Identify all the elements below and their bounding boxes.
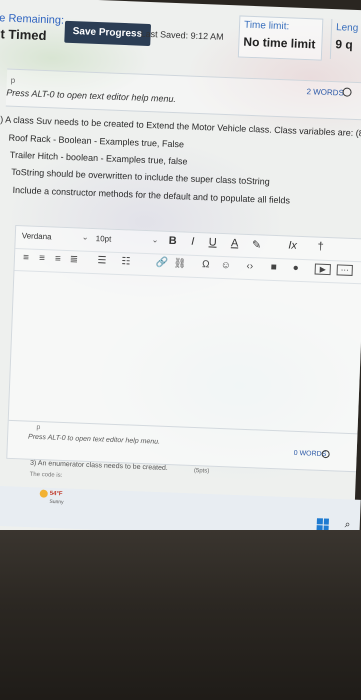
answer-textarea[interactable] — [9, 270, 361, 433]
weather-temperature[interactable]: 54°F — [50, 491, 63, 497]
underline-button[interactable]: U — [205, 236, 219, 249]
question-2-detail: Trailer Hitch - boolean - Examples true,… — [9, 149, 188, 167]
question-2-detail: Include a constructor methods for the de… — [12, 184, 291, 206]
emoji-icon[interactable]: ☺ — [219, 260, 233, 272]
code-icon[interactable]: ‹› — [243, 261, 257, 273]
length-panel: Leng 9 q — [329, 18, 361, 62]
bold-button[interactable]: B — [165, 235, 179, 248]
length-label: Leng — [335, 22, 359, 35]
save-progress-button[interactable]: Save Progress — [64, 20, 151, 47]
font-family-select[interactable]: Verdana — [22, 231, 52, 241]
windows-start-icon[interactable] — [316, 518, 329, 531]
accessibility-check-icon[interactable] — [342, 87, 352, 97]
highlight-button[interactable]: ✎ — [249, 238, 263, 252]
question-2-detail: Roof Rack - Boolean - Examples true, Fal… — [8, 132, 185, 150]
question-3-points: (5pts) — [193, 468, 210, 475]
align-center-icon[interactable]: ≡ — [35, 253, 49, 265]
link-icon[interactable]: 🔗 — [155, 257, 169, 269]
more-options-icon[interactable]: ⋯ — [336, 264, 353, 276]
time-limit-label: Time limit: — [243, 19, 290, 33]
clear-format-button[interactable]: Ix — [285, 239, 299, 252]
chevron-down-icon[interactable]: ⌄ — [152, 235, 159, 244]
editor-help-hint: Press ALT-0 to open text editor help men… — [27, 433, 161, 446]
unlink-icon[interactable]: ⛓ — [173, 258, 187, 270]
answer-text-editor: Verdana ⌄ 10pt ⌄ B I U A ✎ Ix † ≡ ≡ ≡ ≣ … — [6, 224, 361, 473]
element-path: p — [10, 75, 16, 85]
question-2-detail: ToString should be overwritten to includ… — [11, 166, 270, 187]
omega-icon[interactable]: Ω — [199, 259, 213, 271]
video-icon[interactable]: ■ — [267, 262, 281, 274]
search-icon[interactable]: ⌕ — [345, 519, 351, 530]
time-remaining-label: ne Remaining: — [0, 11, 65, 27]
bullet-list-icon[interactable]: ☰ — [95, 255, 109, 267]
italic-button[interactable]: I — [185, 236, 199, 249]
word-count[interactable]: 2 WORDS — [306, 87, 344, 97]
length-value: 9 q — [335, 37, 354, 52]
last-saved-text: Last Saved: 9:12 AM — [140, 28, 224, 42]
sun-icon[interactable] — [39, 489, 48, 498]
text-color-button[interactable]: A — [227, 237, 241, 250]
time-limit-value: No time limit — [243, 34, 316, 52]
align-left-icon[interactable]: ≡ — [19, 252, 33, 264]
desk-background — [0, 530, 361, 700]
time-limit-panel: Time limit: No time limit — [237, 15, 324, 61]
media-icon[interactable]: ▶ — [314, 263, 331, 276]
justify-icon[interactable]: ≣ — [67, 254, 81, 266]
element-path: p — [36, 423, 41, 432]
monitor-screen: ne Remaining: ot Timed Save Progress Las… — [0, 0, 361, 571]
accessibility-icon[interactable]: † — [313, 240, 327, 253]
weather-condition[interactable]: Sunny — [49, 499, 63, 506]
align-right-icon[interactable]: ≡ — [51, 253, 65, 265]
chevron-down-icon[interactable]: ⌄ — [82, 233, 89, 242]
mic-icon[interactable]: ● — [289, 263, 303, 275]
previous-editor-statusbar: p Press ALT-0 to open text editor help m… — [5, 68, 361, 121]
accessibility-check-icon[interactable] — [321, 449, 330, 459]
question-3-code-label: The code is: — [29, 471, 63, 479]
editor-help-hint: Press ALT-0 to open text editor help men… — [6, 87, 177, 105]
quiz-header: ne Remaining: ot Timed Save Progress Las… — [0, 0, 361, 63]
numbered-list-icon[interactable]: ☷ — [119, 256, 133, 268]
font-size-select[interactable]: 10pt — [96, 234, 112, 244]
time-remaining-value: ot Timed — [0, 25, 47, 44]
